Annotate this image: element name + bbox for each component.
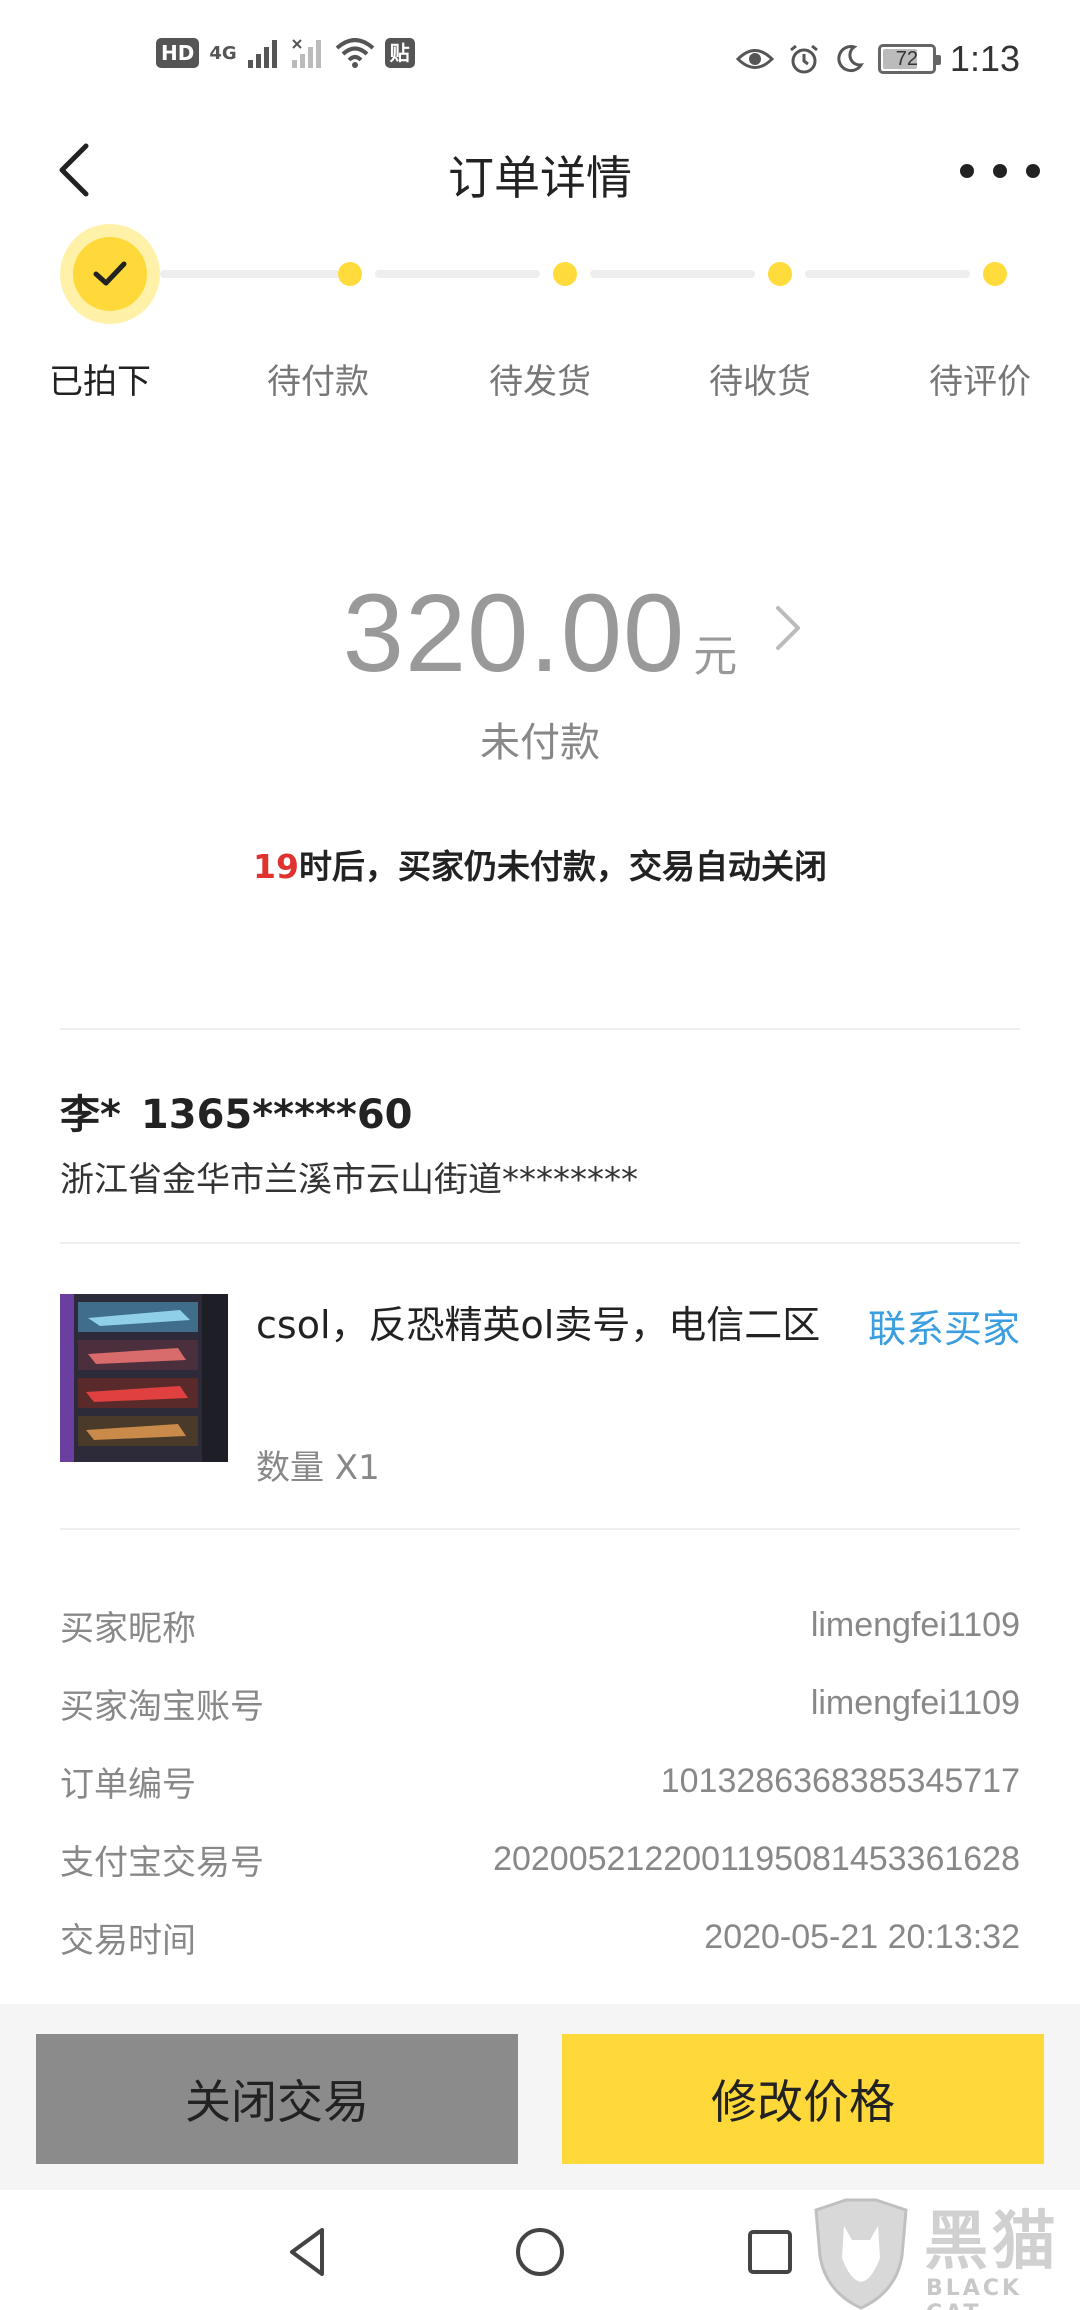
- contact-buyer-link[interactable]: 联系买家: [868, 1298, 1020, 1353]
- step-connector: [590, 270, 755, 278]
- info-row-buyer-nickname: 买家昵称 limengfei1109: [60, 1586, 1020, 1664]
- notice-text: 时后，买家仍未付款，交易自动关闭: [298, 847, 827, 886]
- step-connector: [160, 270, 340, 278]
- alarm-icon: [789, 44, 818, 74]
- app-notification-badge: 贴: [384, 38, 415, 68]
- watermark-cn: 黑猫: [924, 2205, 1060, 2279]
- recipient-name: 李*: [60, 1092, 121, 1138]
- chevron-right-icon: [776, 606, 800, 650]
- step-label-awaiting-payment: 待付款: [267, 362, 369, 402]
- step-connector: [375, 270, 540, 278]
- recipient-address: 浙江省金华市兰溪市云山街道********: [60, 1160, 638, 1200]
- product-quantity: 数量 X1: [256, 1448, 380, 1488]
- info-value: 1013286368385345717: [660, 1761, 1020, 1800]
- watermark: 黑猫 BLACK CAT: [806, 2196, 1080, 2310]
- eye-icon: [735, 49, 774, 69]
- recipient-phone: 1365*****60: [140, 1092, 413, 1138]
- info-value: limengfei1109: [810, 1683, 1020, 1722]
- more-options-icon[interactable]: [960, 146, 1040, 196]
- divider: [60, 1028, 1020, 1030]
- signal-empty-icon: [291, 39, 321, 68]
- amount-value: 320.00: [342, 572, 686, 695]
- notice-hours: 19: [253, 847, 299, 886]
- order-amount[interactable]: 320.00 元: [0, 570, 1080, 697]
- product-thumbnail[interactable]: [60, 1294, 228, 1462]
- info-value: limengfei1109: [810, 1605, 1020, 1644]
- status-bar: HD 4G 贴 72 1:13: [0, 0, 1080, 120]
- order-info-list: 买家昵称 limengfei1109 买家淘宝账号 limengfei1109 …: [60, 1586, 1020, 1976]
- step-dot: [338, 262, 362, 286]
- recipient: 李* 1365*****60: [60, 1082, 413, 1140]
- info-row-alipay-trade-number: 支付宝交易号 2020052122001195081453361628: [60, 1820, 1020, 1898]
- status-right: 72 1:13: [735, 38, 1020, 80]
- signal-icon: [247, 40, 277, 68]
- order-progress: 已拍下 待付款 待发货 待收货 待评价: [0, 224, 1080, 408]
- nav-recents-icon[interactable]: [738, 2220, 802, 2284]
- info-label: 订单编号: [60, 1764, 196, 1805]
- step-current-indicator: [60, 224, 160, 324]
- step-label-awaiting-shipment: 待发货: [489, 362, 591, 402]
- hd-badge: HD: [156, 38, 200, 68]
- step-label-awaiting-review: 待评价: [929, 362, 1031, 402]
- action-bar: 关闭交易 修改价格: [0, 2004, 1080, 2190]
- step-dot: [553, 262, 577, 286]
- info-row-trade-time: 交易时间 2020-05-21 20:13:32: [60, 1898, 1020, 1976]
- currency-unit: 元: [693, 631, 738, 682]
- moon-icon: [837, 45, 864, 73]
- header: 订单详情: [0, 120, 1080, 220]
- step-label-placed: 已拍下: [49, 362, 151, 402]
- payment-status: 未付款: [480, 720, 600, 766]
- step-dot: [768, 262, 792, 286]
- divider: [60, 1242, 1020, 1244]
- info-label: 支付宝交易号: [60, 1842, 264, 1883]
- modify-price-button[interactable]: 修改价格: [562, 2034, 1044, 2164]
- battery-icon: 72: [877, 44, 941, 74]
- network-type: 4G: [209, 42, 237, 64]
- watermark-en: BLACK CAT: [926, 2276, 1023, 2310]
- info-value: 2020-05-21 20:13:32: [704, 1917, 1020, 1956]
- product-image: [60, 1294, 228, 1462]
- step-connector: [805, 270, 970, 278]
- info-label: 买家淘宝账号: [60, 1686, 264, 1727]
- status-left: HD 4G 贴: [156, 38, 415, 68]
- info-label: 交易时间: [60, 1920, 196, 1961]
- nav-back-icon[interactable]: [276, 2220, 340, 2284]
- page-title: 订单详情: [448, 151, 632, 205]
- nav-home-icon[interactable]: [508, 2220, 572, 2284]
- divider: [60, 1528, 1020, 1530]
- info-label: 买家昵称: [60, 1608, 196, 1649]
- battery-level: 72: [895, 47, 919, 70]
- close-trade-button[interactable]: 关闭交易: [36, 2034, 518, 2164]
- checkmark-icon: [93, 261, 127, 286]
- cat-shield-logo-icon: [814, 2198, 908, 2310]
- step-dot: [983, 262, 1007, 286]
- info-row-buyer-account: 买家淘宝账号 limengfei1109: [60, 1664, 1020, 1742]
- info-row-order-number: 订单编号 1013286368385345717: [60, 1742, 1020, 1820]
- product-title[interactable]: csol，反恐精英ol卖号，电信二区: [256, 1290, 826, 1360]
- wifi-icon: [335, 38, 374, 68]
- step-label-awaiting-receipt: 待收货: [709, 362, 811, 402]
- info-value: 2020052122001195081453361628: [493, 1839, 1020, 1878]
- auto-close-notice: 19时后，买家仍未付款，交易自动关闭: [0, 840, 1080, 888]
- clock: 1:13: [949, 38, 1020, 79]
